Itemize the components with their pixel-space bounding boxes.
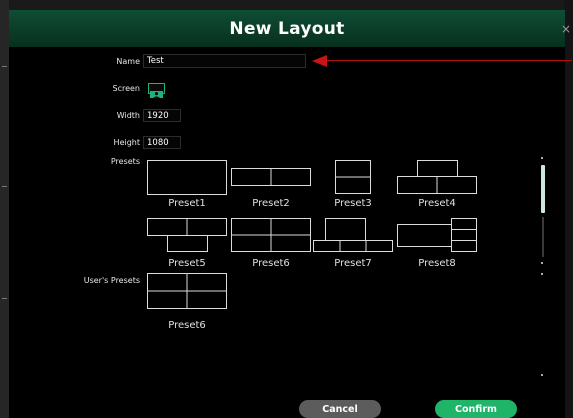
dialog-header: New Layout × xyxy=(9,10,571,47)
name-input[interactable]: Test xyxy=(143,54,306,68)
user-presets-scrollbar[interactable] xyxy=(541,273,545,379)
name-input-value: Test xyxy=(147,56,164,66)
preset8-layout-icon xyxy=(397,218,477,258)
height-label: Height xyxy=(113,138,140,147)
background-left-strip xyxy=(0,0,9,418)
preset-name: Preset2 xyxy=(252,198,290,209)
width-label: Width xyxy=(116,111,140,120)
screen-select-button[interactable] xyxy=(148,83,165,98)
annotation-arrow-head xyxy=(312,55,327,67)
close-icon[interactable]: × xyxy=(561,22,571,36)
preset3-layout-icon xyxy=(313,160,393,200)
user-presets-label: User's Presets xyxy=(83,276,140,285)
scroll-up-arrow-icon[interactable] xyxy=(541,273,543,275)
height-input-value: 1080 xyxy=(147,138,169,148)
dialog-title: New Layout xyxy=(229,18,345,39)
cancel-button[interactable]: Cancel xyxy=(299,400,381,418)
annotation-arrow-line xyxy=(320,60,572,61)
preset4-layout-icon xyxy=(397,160,477,200)
presets-scrollbar[interactable] xyxy=(541,157,545,267)
preset-name: Preset6 xyxy=(252,258,290,269)
width-input[interactable]: 1920 xyxy=(143,109,181,122)
scrollbar-thumb[interactable] xyxy=(541,165,545,213)
preset-name: Preset8 xyxy=(418,258,456,269)
presets-label: Presets xyxy=(110,157,140,166)
name-label: Name xyxy=(116,57,140,66)
preset7-layout-icon xyxy=(313,218,393,258)
scroll-down-arrow-icon[interactable] xyxy=(541,374,543,376)
preset-name: Preset3 xyxy=(334,198,372,209)
confirm-button[interactable]: Confirm xyxy=(435,400,517,418)
screen-user-icon xyxy=(150,91,163,98)
background-right-strip xyxy=(564,0,573,418)
preset2-layout-icon xyxy=(231,160,311,200)
height-input[interactable]: 1080 xyxy=(143,136,181,149)
new-layout-dialog: New Layout × Name Test Screen Width 1920… xyxy=(9,10,572,418)
screen-label: Screen xyxy=(112,84,140,93)
background-tick xyxy=(2,186,7,187)
width-input-value: 1920 xyxy=(147,111,169,121)
user-preset-layout-icon xyxy=(147,273,227,313)
background-tick xyxy=(2,298,7,299)
scrollbar-track xyxy=(542,217,544,257)
preset-name: Preset7 xyxy=(334,258,372,269)
preset-name: Preset4 xyxy=(418,198,456,209)
preset6-layout-icon xyxy=(231,218,311,258)
preset1-layout-icon xyxy=(147,160,227,200)
background-tick xyxy=(2,66,7,67)
preset5-layout-icon xyxy=(147,218,227,258)
scroll-down-arrow-icon[interactable] xyxy=(541,262,543,264)
scroll-up-arrow-icon[interactable] xyxy=(541,157,543,159)
preset-name: Preset6 xyxy=(168,320,206,331)
preset-name: Preset5 xyxy=(168,258,206,269)
preset-name: Preset1 xyxy=(168,198,206,209)
presets-grid: Preset1 Preset2 Preset3 Preset4 Preset5 … xyxy=(145,160,545,275)
